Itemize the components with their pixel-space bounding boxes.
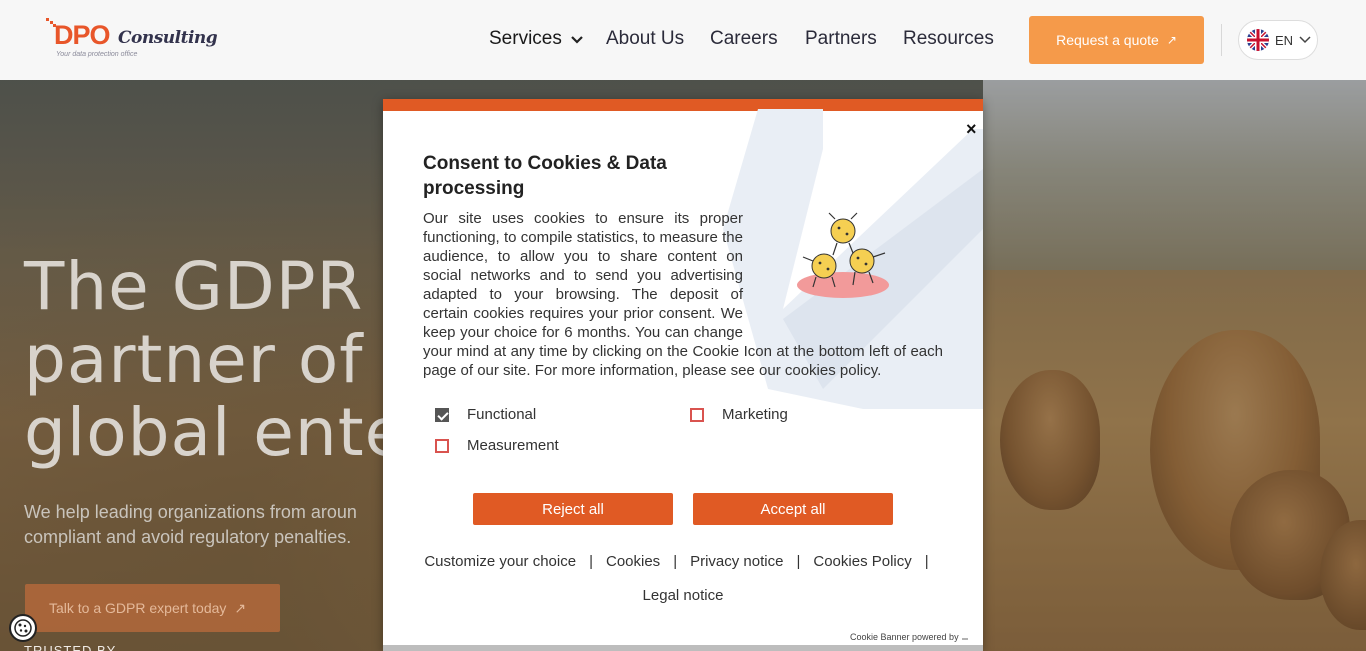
talk-to-expert-button[interactable]: Talk to a GDPR expert today ↗ — [25, 584, 280, 632]
powered-by-logo-icon — [962, 638, 969, 640]
talk-to-expert-label: Talk to a GDPR expert today — [49, 600, 227, 616]
modal-bottom-bar — [383, 645, 983, 651]
marketing-checkbox[interactable]: Marketing — [690, 406, 788, 423]
marketing-label: Marketing — [722, 406, 788, 423]
site-header: DPO Consulting Your data protection offi… — [0, 0, 1366, 80]
cookies-policy-link[interactable]: Cookies Policy — [813, 553, 911, 570]
functional-checkbox[interactable]: Functional — [435, 406, 536, 423]
measurement-label: Measurement — [467, 437, 559, 454]
powered-by-text[interactable]: Cookie Banner powered by — [850, 632, 969, 642]
cookie-settings-button[interactable] — [9, 614, 37, 642]
illustration-spacer — [743, 209, 943, 325]
modal-links: Customize your choice | Cookies | Privacy no… — [383, 545, 983, 613]
language-label: EN — [1275, 32, 1294, 48]
trusted-by-heading: TRUSTED BY — [24, 643, 117, 651]
link-separator: | — [589, 553, 593, 570]
logo-brand-second: Consulting — [118, 28, 218, 48]
modal-description: Our site uses cookies to ensure its prop… — [423, 209, 943, 380]
powered-by-label: Cookie Banner powered by — [850, 632, 959, 642]
checkbox-checked-icon[interactable] — [435, 407, 449, 422]
uk-flag-icon — [1247, 29, 1269, 51]
dpo-consulting-logo[interactable]: DPO Consulting Your data protection offi… — [46, 18, 218, 62]
modal-title: Consent to Cookies & Data processing — [423, 153, 667, 199]
cookie-consent-modal: × Consent to Cookies & Data processing O… — [383, 99, 983, 651]
chevron-down-icon — [1299, 36, 1311, 44]
customize-choice-link[interactable]: Customize your choice — [424, 553, 576, 570]
logo-brand-main: DPO — [54, 20, 111, 50]
legal-notice-link[interactable]: Legal notice — [643, 587, 724, 604]
nav-partners[interactable]: Partners — [805, 28, 877, 50]
chevron-down-icon[interactable] — [571, 35, 583, 45]
measurement-checkbox[interactable]: Measurement — [435, 437, 559, 454]
link-separator: | — [796, 553, 801, 570]
privacy-notice-link[interactable]: Privacy notice — [690, 553, 783, 570]
request-quote-button[interactable]: Request a quote ↗ — [1029, 16, 1204, 64]
arrow-up-right-icon: ↗ — [234, 599, 247, 616]
request-quote-label: Request a quote — [1056, 32, 1159, 48]
nav-about-us[interactable]: About Us — [606, 28, 684, 50]
checkbox-unchecked-icon[interactable] — [435, 438, 449, 453]
nav-services[interactable]: Services — [489, 28, 562, 50]
language-selector[interactable]: EN — [1238, 20, 1318, 60]
nav-resources[interactable]: Resources — [903, 28, 994, 50]
functional-label: Functional — [467, 406, 537, 423]
nav-careers[interactable]: Careers — [710, 28, 778, 50]
link-separator: | — [673, 553, 678, 570]
link-separator: | — [924, 553, 929, 570]
header-divider — [1221, 24, 1222, 56]
cookies-link[interactable]: Cookies — [606, 553, 660, 570]
hero-subtitle: We help leading organizations from aroun… — [24, 502, 357, 547]
cookie-icon — [14, 619, 32, 637]
reject-all-button[interactable]: Reject all — [473, 493, 673, 525]
checkbox-unchecked-icon[interactable] — [690, 407, 704, 422]
close-icon[interactable]: × — [966, 119, 977, 140]
arrow-up-right-icon: ↗ — [1166, 33, 1177, 47]
accept-all-button[interactable]: Accept all — [693, 493, 893, 525]
logo-tagline: Your data protection office — [56, 51, 138, 58]
